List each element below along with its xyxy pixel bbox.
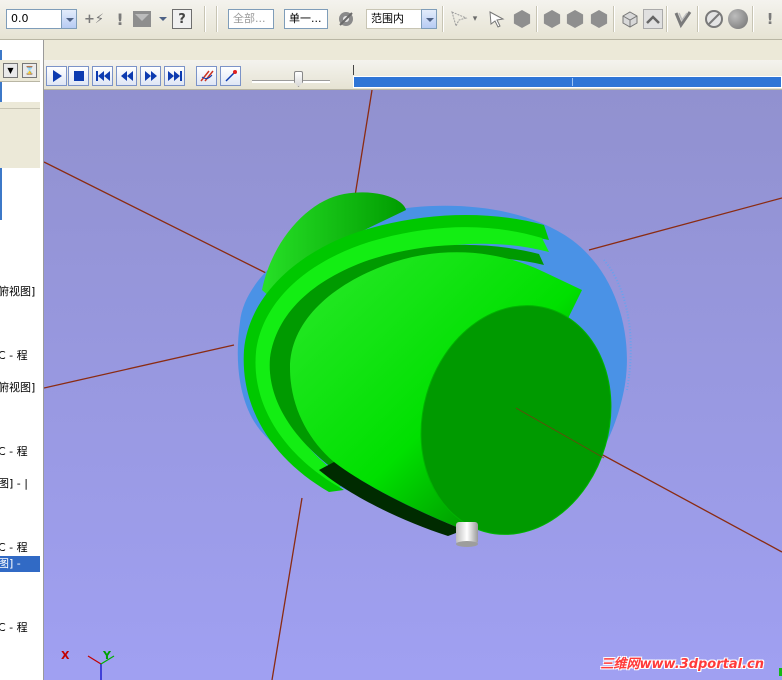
solid-body-icon[interactable] — [513, 10, 531, 28]
filter-icon[interactable] — [132, 9, 152, 29]
skip-start-icon — [95, 71, 110, 81]
app-window: 0.0 +⚡ ! ? 全部... 单一... 范围内 ▾ ! ▼ ⌛ 俯视图] … — [0, 0, 782, 680]
scope-select[interactable]: 范围内 — [366, 9, 422, 29]
toolpath-display-button[interactable] — [196, 66, 217, 86]
toolbar-separator — [752, 6, 754, 32]
skip-end-icon — [167, 71, 182, 81]
playback-toolbar — [44, 60, 782, 90]
simulation-scene — [44, 90, 782, 680]
panel-toolbar: ▼ ⌛ — [0, 60, 40, 82]
hex-select-1-icon[interactable] — [543, 10, 561, 28]
toolbar-separator — [204, 6, 206, 32]
tool-holder — [456, 522, 478, 544]
help-icon[interactable]: ? — [172, 9, 192, 29]
filter-dropdown-button[interactable] — [155, 9, 167, 29]
tree-item[interactable]: C - 程 — [0, 348, 40, 364]
toolbar-separator — [536, 6, 538, 32]
tree-item[interactable]: 俯视图] — [0, 380, 40, 396]
skip-start-button[interactable] — [92, 66, 113, 86]
tool-icon — [224, 70, 237, 82]
select-dropdown-icon[interactable]: ▾ — [470, 9, 480, 29]
selection-mode-field[interactable]: 单一... — [284, 9, 328, 29]
progress-start-tick — [353, 65, 354, 75]
value-field[interactable]: 0.0 — [6, 9, 62, 29]
toolbar-separator — [613, 6, 615, 32]
play-button[interactable] — [46, 66, 67, 86]
select-arrow-icon[interactable] — [487, 9, 507, 29]
select-dotted-arrow-icon[interactable] — [450, 9, 470, 29]
simulation-progress-bar[interactable] — [353, 76, 782, 88]
panel-pin-icon[interactable]: ⌛ — [22, 63, 37, 78]
add-tool-icon[interactable]: +⚡ — [84, 9, 104, 29]
play-icon — [52, 70, 62, 82]
step-forward-button[interactable] — [140, 66, 161, 86]
toolpath-icon — [199, 70, 214, 82]
panel-header — [0, 102, 40, 168]
tool-display-button[interactable] — [220, 66, 241, 86]
check-filter-icon[interactable] — [673, 9, 693, 29]
speed-slider-track[interactable] — [252, 80, 330, 83]
hex-select-3-icon[interactable] — [590, 10, 608, 28]
3d-viewport[interactable]: X Y 三维网www.3dportal.cn — [44, 90, 782, 680]
tree-item[interactable]: 俯视图] — [0, 284, 40, 300]
chevron-up-icon[interactable] — [643, 9, 663, 29]
tree-item[interactable]: C - 程 — [0, 444, 40, 460]
cube-outline-icon[interactable] — [620, 9, 640, 29]
panel-divider — [0, 108, 40, 109]
tree-item[interactable]: C - 程 — [0, 540, 40, 556]
sphere-icon[interactable] — [728, 9, 748, 29]
filter-all-field[interactable]: 全部... — [228, 9, 274, 29]
no-entry-icon[interactable] — [704, 9, 724, 29]
tree-item[interactable]: C - 程 — [0, 620, 40, 636]
toolbar-separator — [216, 6, 218, 32]
watermark: 三维网www.3dportal.cn — [600, 657, 764, 672]
operations-tree-panel: ▼ ⌛ 俯视图] C - 程 俯视图] C - 程 图] - | C - 程 图… — [0, 40, 44, 680]
exclamation-icon[interactable]: ! — [760, 9, 780, 29]
step-back-button[interactable] — [116, 66, 137, 86]
value-dropdown-button[interactable] — [61, 9, 77, 29]
stop-icon — [73, 71, 84, 81]
step-forward-icon — [144, 71, 157, 81]
gear-filter-icon[interactable] — [336, 9, 356, 29]
tool-tip — [456, 541, 478, 547]
toolbar-separator — [666, 6, 668, 32]
stop-button[interactable] — [68, 66, 89, 86]
panel-dropdown-icon[interactable]: ▼ — [3, 63, 18, 78]
exclamation-icon[interactable]: ! — [110, 9, 130, 29]
step-back-icon — [120, 71, 133, 81]
x-axis-label: X — [61, 649, 70, 662]
progress-marker — [572, 78, 573, 86]
toolbar-separator — [442, 6, 444, 32]
y-axis-label: Y — [103, 649, 111, 662]
hex-select-2-icon[interactable] — [566, 10, 584, 28]
main-toolbar: 0.0 +⚡ ! ? 全部... 单一... 范围内 ▾ ! — [0, 0, 782, 40]
speed-slider-thumb[interactable] — [294, 71, 303, 87]
skip-end-button[interactable] — [164, 66, 185, 86]
scope-dropdown-button[interactable] — [421, 9, 437, 29]
tree-item[interactable]: 图] - | — [0, 476, 40, 492]
toolbar-separator — [697, 6, 699, 32]
tree-item-selected[interactable]: 图] - — [0, 556, 40, 572]
